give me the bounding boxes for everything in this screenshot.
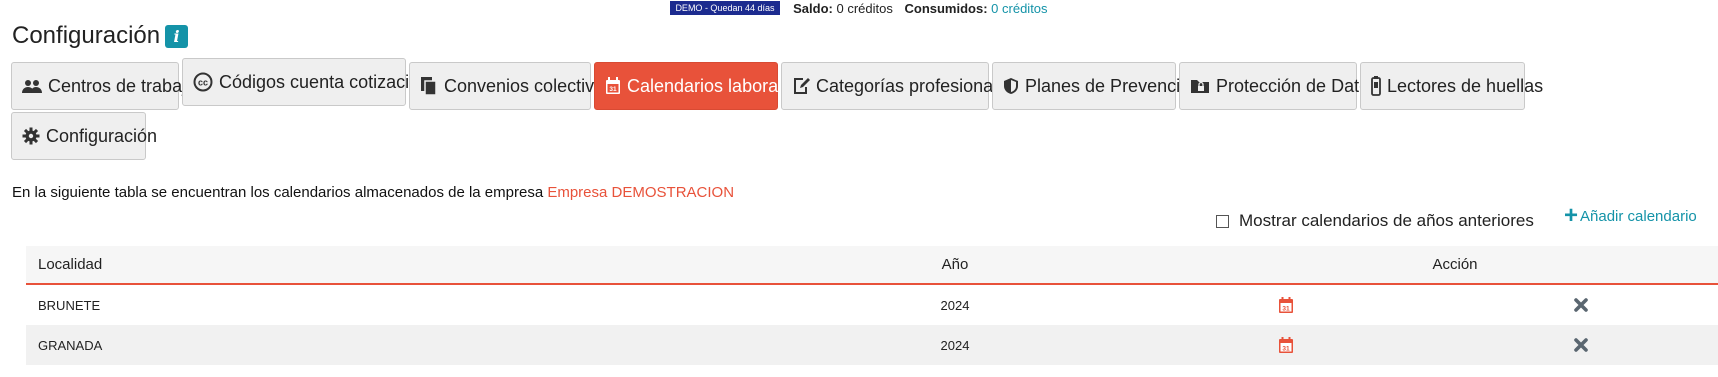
description-text: En la siguiente tabla se encuentran los … xyxy=(12,184,548,201)
tab-lectores-de-huellas[interactable]: Lectores de huellas xyxy=(1360,62,1543,110)
table-row: GRANADA 2024 31 xyxy=(26,325,1718,365)
consumed-label: Consumidos: xyxy=(904,1,988,16)
fingerprint-reader-icon xyxy=(1371,76,1381,96)
cell-year: 2024 xyxy=(940,297,970,313)
tab-label: Convenios colectivos xyxy=(444,75,614,96)
calendar-icon: 31 xyxy=(605,76,621,96)
show-previous-label: Mostrar calendarios de años anteriores xyxy=(1239,211,1534,230)
tab-configuracion[interactable]: Configuración xyxy=(11,112,157,160)
folder-lock-icon xyxy=(1190,76,1210,96)
delete-icon[interactable] xyxy=(1561,285,1601,325)
plus-icon: + xyxy=(1564,202,1579,229)
cell-locality: BRUNETE xyxy=(38,297,101,313)
company-name: Empresa DEMOSTRACION xyxy=(547,184,735,201)
demo-badge: DEMO - Quedan 44 días xyxy=(670,1,780,15)
header-locality: Localidad xyxy=(38,256,103,273)
cell-year: 2024 xyxy=(940,337,970,353)
add-calendar-label: Añadir calendario xyxy=(1580,207,1697,225)
header-year: Año xyxy=(941,256,969,273)
tab-label: Protección de Datos xyxy=(1216,75,1379,96)
table-row: BRUNETE 2024 31 xyxy=(26,285,1718,325)
info-icon[interactable]: i xyxy=(165,24,189,48)
tab-calendarios-laborales[interactable]: 31 Calendarios laborales xyxy=(594,62,801,110)
cell-locality: GRANADA xyxy=(38,337,103,353)
svg-text:31: 31 xyxy=(1282,305,1290,312)
cc-icon: cc xyxy=(193,72,213,92)
tab-label: Calendarios laborales xyxy=(627,75,802,96)
balance-value: 0 créditos xyxy=(836,1,893,16)
table-header: Localidad Año Acción xyxy=(26,246,1718,285)
tab-label: Centros de trabajo xyxy=(48,75,197,96)
tab-proteccion-de-datos[interactable]: Protección de Datos xyxy=(1179,62,1378,110)
tab-label: Configuración xyxy=(46,125,158,146)
header-action: Acción xyxy=(1432,256,1478,273)
show-previous-years-toggle[interactable]: Mostrar calendarios de años anteriores xyxy=(1216,211,1534,231)
page-title-row: Configuración i xyxy=(12,22,189,50)
svg-text:31: 31 xyxy=(1282,345,1290,352)
tab-label: Categorías profesionales xyxy=(816,75,1017,96)
tab-label: Planes de Prevención xyxy=(1025,75,1201,96)
tab-convenios-colectivos[interactable]: Convenios colectivos xyxy=(409,62,613,110)
tab-categorias-profesionales[interactable]: Categorías profesionales xyxy=(781,62,1016,110)
gear-icon xyxy=(22,126,40,146)
consumed-value-link[interactable]: 0 créditos xyxy=(991,1,1047,16)
shield-icon xyxy=(1003,76,1019,96)
open-calendar-icon[interactable]: 31 xyxy=(1266,285,1306,325)
documents-icon xyxy=(420,76,438,96)
edit-document-icon xyxy=(792,76,810,96)
tab-planes-de-prevencion[interactable]: Planes de Prevención xyxy=(992,62,1200,110)
page-title: Configuración xyxy=(12,22,161,49)
svg-text:31: 31 xyxy=(609,86,617,93)
tab-codigos-cuenta-cotizacion[interactable]: cc Códigos cuenta cotización xyxy=(182,58,429,106)
users-icon xyxy=(22,76,42,96)
tab-label: Códigos cuenta cotización xyxy=(219,71,430,92)
show-previous-checkbox[interactable] xyxy=(1216,214,1229,228)
delete-icon[interactable] xyxy=(1561,325,1601,365)
open-calendar-icon[interactable]: 31 xyxy=(1266,325,1306,365)
calendars-table: Localidad Año Acción BRUNETE 2024 31 GRA… xyxy=(26,246,1718,365)
add-calendar-button[interactable]: + Añadir calendario xyxy=(1564,202,1697,229)
tab-centros-de-trabajo[interactable]: Centros de trabajo xyxy=(11,62,196,110)
credits-bar: DEMO - Quedan 44 días Saldo: 0 créditos … xyxy=(0,1,1718,16)
svg-text:cc: cc xyxy=(198,78,208,88)
tab-label: Lectores de huellas xyxy=(1387,75,1544,96)
balance-label: Saldo: xyxy=(793,1,833,16)
table-description: En la siguiente tabla se encuentran los … xyxy=(12,184,734,201)
